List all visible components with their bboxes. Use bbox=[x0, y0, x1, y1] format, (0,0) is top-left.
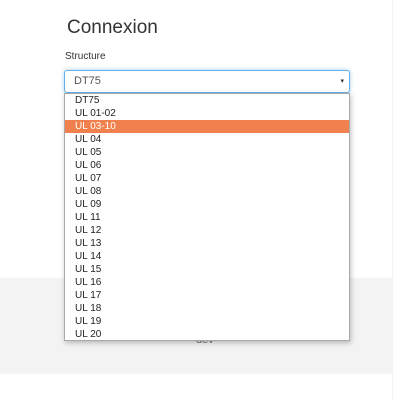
dropdown-option[interactable]: UL 05 bbox=[65, 146, 349, 159]
dropdown-option[interactable]: UL 14 bbox=[65, 250, 349, 263]
dropdown-option[interactable]: UL 15 bbox=[65, 263, 349, 276]
dropdown-option[interactable]: DT75 bbox=[65, 94, 349, 107]
option-list: DT75 UL 01-02 UL 03-10 UL 04 UL 05 UL 06 UL 07… bbox=[65, 94, 349, 340]
page-title: Connexion bbox=[67, 17, 158, 38]
structure-dropdown-list[interactable]: DT75 UL 01-02 UL 03-10 UL 04 UL 05 UL 06 UL 07… bbox=[64, 93, 350, 341]
dropdown-option[interactable]: UL 08 bbox=[65, 185, 349, 198]
chevron-down-icon: ▾ bbox=[340, 78, 344, 85]
dropdown-option[interactable]: UL 03-10 bbox=[65, 120, 349, 133]
dropdown-option[interactable]: UL 07 bbox=[65, 172, 349, 185]
dropdown-option[interactable]: UL 06 bbox=[65, 159, 349, 172]
dropdown-option[interactable]: UL 12 bbox=[65, 224, 349, 237]
structure-select[interactable]: DT75 ▾ bbox=[64, 70, 350, 93]
dropdown-option[interactable]: UL 19 bbox=[65, 315, 349, 328]
dropdown-option[interactable]: UL 11 bbox=[65, 211, 349, 224]
dropdown-option[interactable]: UL 01-02 bbox=[65, 107, 349, 120]
dropdown-option[interactable]: UL 13 bbox=[65, 237, 349, 250]
dropdown-option[interactable]: UL 18 bbox=[65, 302, 349, 315]
scrollbar-gutter bbox=[392, 0, 401, 400]
dropdown-option[interactable]: UL 16 bbox=[65, 276, 349, 289]
structure-select-value: DT75 bbox=[74, 75, 101, 87]
dropdown-option[interactable]: UL 17 bbox=[65, 289, 349, 302]
dropdown-option[interactable]: UL 20 bbox=[65, 328, 349, 340]
dropdown-option[interactable]: UL 09 bbox=[65, 198, 349, 211]
structure-label: Structure bbox=[65, 51, 106, 62]
dropdown-option[interactable]: UL 04 bbox=[65, 133, 349, 146]
